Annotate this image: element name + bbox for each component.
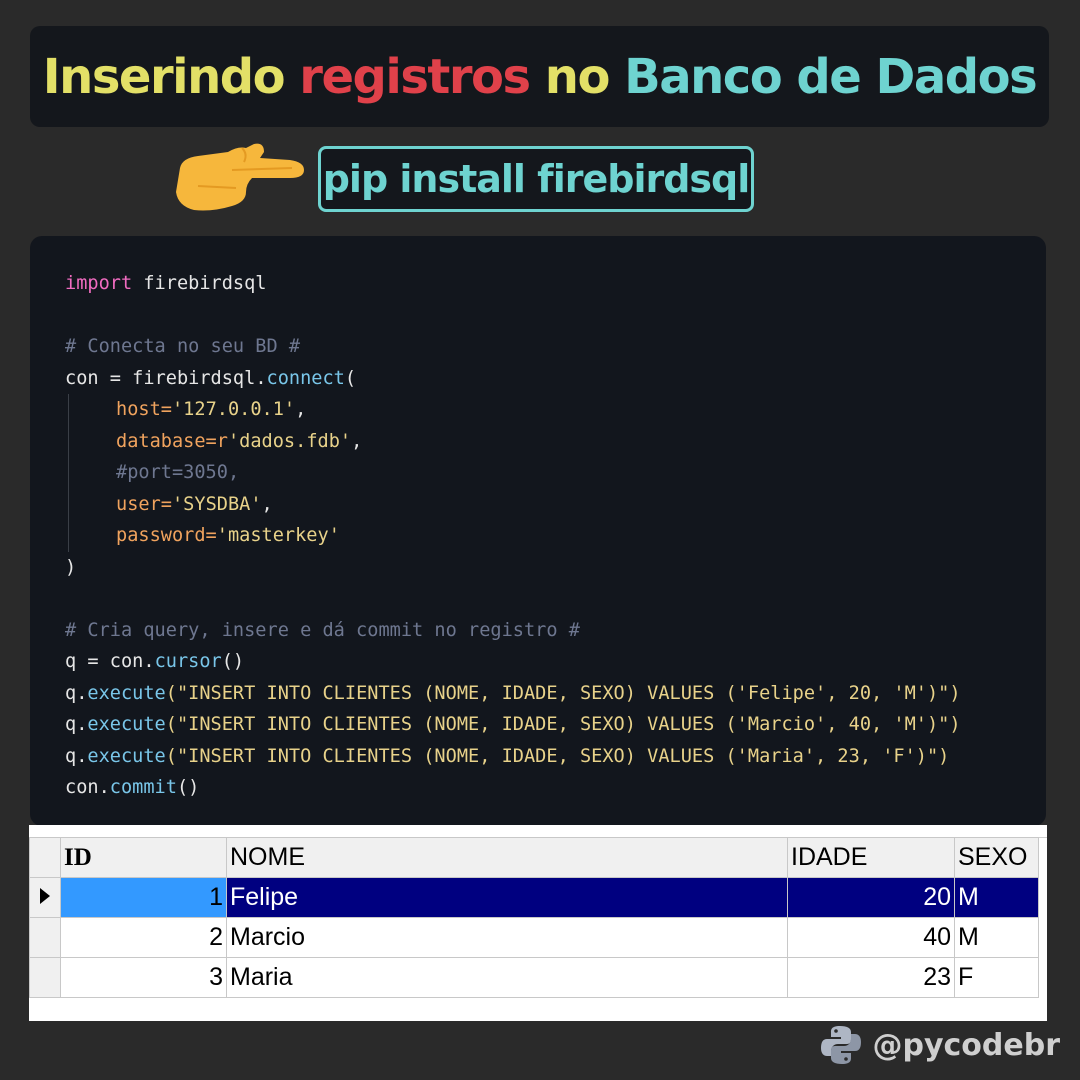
column-header-sexo[interactable]: SEXO: [954, 837, 1039, 878]
commit-function: commit: [109, 777, 177, 798]
comma: ,: [295, 399, 307, 420]
code-line-execute-2: q.execute("INSERT INTO CLIENTES (NOME, I…: [65, 709, 1046, 741]
title-part-no: no: [529, 48, 625, 105]
column-header-idade[interactable]: IDADE: [787, 837, 955, 878]
code-line-execute-3: q.execute("INSERT INTO CLIENTES (NOME, I…: [65, 741, 1046, 773]
commit-prefix: con.: [65, 777, 110, 798]
cell-id[interactable]: 2: [60, 917, 227, 958]
table-row[interactable]: 3 Maria 23 F: [29, 957, 1039, 998]
host-value: '127.0.0.1': [171, 399, 296, 420]
user-key: user=: [116, 493, 172, 515]
execute-arg-felipe: ("INSERT INTO CLIENTES (NOME, IDADE, SEX…: [165, 682, 961, 704]
python-logo-icon: [821, 1026, 862, 1064]
cursor-function: cursor: [154, 651, 222, 672]
connect-function: connect: [266, 367, 345, 389]
title-part-registros: registros: [299, 48, 531, 105]
code-line-close-paren: ): [65, 552, 1046, 584]
cell-id[interactable]: 3: [60, 957, 227, 998]
table-row[interactable]: 1 Felipe 20 M: [29, 877, 1039, 918]
database-value: 'dados.fdb': [227, 430, 352, 452]
code-line-host: host='127.0.0.1',: [65, 394, 1046, 426]
comma: ,: [351, 430, 363, 452]
execute-function: execute: [87, 745, 166, 767]
header-row: ID NOME IDADE SEXO: [29, 837, 1039, 878]
table-row[interactable]: 2 Marcio 40 M: [29, 917, 1039, 958]
cell-nome[interactable]: Marcio: [226, 917, 788, 958]
title-banner: Inserindo registros no Banco de Dados: [30, 26, 1049, 127]
code-line-connect: con = firebirdsql.connect(: [65, 363, 1046, 395]
code-line-database: database=r'dados.fdb',: [65, 425, 1046, 457]
code-line-comment-query: # Cria query, insere e dá commit no regi…: [65, 615, 1046, 647]
execute-function: execute: [87, 682, 166, 704]
cell-idade[interactable]: 40: [787, 917, 955, 958]
code-line-commit: con.commit(): [65, 772, 1046, 804]
code-line-execute-1: q.execute("INSERT INTO CLIENTES (NOME, I…: [65, 678, 1046, 710]
row-indicator[interactable]: [29, 957, 61, 998]
cell-idade[interactable]: 20: [787, 877, 955, 918]
cell-sexo[interactable]: F: [954, 957, 1039, 998]
close-paren: ): [65, 556, 77, 578]
code-line-user: user='SYSDBA',: [65, 488, 1046, 520]
comma: ,: [261, 493, 273, 515]
commit-call: (): [176, 777, 200, 798]
footer-handle: @pycodebr: [872, 1027, 1060, 1063]
execute-prefix: q.: [65, 682, 88, 704]
row-indicator[interactable]: [29, 877, 61, 918]
code-line-port: #port=3050,: [65, 457, 1046, 489]
row-indicator[interactable]: [29, 917, 61, 958]
cursor-call: (): [221, 651, 245, 672]
cell-id[interactable]: 1: [60, 877, 227, 918]
connect-var: con: [65, 367, 99, 389]
execute-arg-maria: ("INSERT INTO CLIENTES (NOME, IDADE, SEX…: [165, 745, 950, 767]
comment-connect: # Conecta no seu BD #: [65, 336, 301, 357]
code-line-cursor: q = con.cursor(): [65, 646, 1046, 678]
cell-sexo[interactable]: M: [954, 877, 1039, 918]
execute-prefix: q.: [65, 745, 88, 767]
execute-arg-marcio: ("INSERT INTO CLIENTES (NOME, IDADE, SEX…: [165, 714, 961, 735]
cell-idade[interactable]: 23: [787, 957, 955, 998]
port-comment: #port=3050,: [116, 462, 240, 483]
database-key: database=r: [116, 430, 228, 452]
cell-sexo[interactable]: M: [954, 917, 1039, 958]
connect-module: = firebirdsql.: [98, 367, 267, 389]
results-table: ID NOME IDADE SEXO 1 Felipe 20 M 2 Marci…: [29, 837, 1039, 998]
column-header-nome[interactable]: NOME: [226, 837, 788, 878]
code-line-password: password='masterkey': [65, 520, 1046, 552]
page-title: Inserindo registros no Banco de Dados: [42, 48, 1038, 105]
title-part-inserindo: Inserindo: [42, 48, 300, 105]
code-editor: import firebirdsql # Conecta no seu BD #…: [30, 236, 1046, 826]
execute-function: execute: [87, 714, 166, 735]
comment-query: # Cria query, insere e dá commit no regi…: [65, 619, 580, 641]
password-value: 'masterkey': [216, 525, 340, 546]
host-key: host=: [116, 399, 172, 420]
cursor-prefix: q = con.: [65, 651, 155, 672]
connect-open-paren: (: [344, 367, 357, 389]
title-part-banco: Banco de Dados: [624, 48, 1038, 105]
cell-nome[interactable]: Felipe: [226, 877, 788, 918]
pip-install-command: pip install firebirdsql: [318, 146, 754, 212]
cell-nome[interactable]: Maria: [226, 957, 788, 998]
code-line-comment-connect: # Conecta no seu BD #: [65, 331, 1046, 363]
indicator-header: [29, 837, 61, 878]
footer-brand: @pycodebr: [820, 1024, 1060, 1066]
import-module: firebirdsql: [132, 273, 267, 294]
password-key: password=: [116, 525, 217, 546]
keyword-import: import: [65, 273, 133, 294]
code-line-import: import firebirdsql: [65, 268, 1046, 300]
execute-prefix: q.: [65, 714, 88, 735]
results-grid[interactable]: ID NOME IDADE SEXO 1 Felipe 20 M 2 Marci…: [29, 825, 1047, 1021]
pointing-hand-icon: [176, 143, 304, 211]
triangle-right-icon: [40, 888, 50, 904]
column-header-id[interactable]: ID: [60, 837, 227, 878]
user-value: 'SYSDBA': [171, 493, 262, 515]
